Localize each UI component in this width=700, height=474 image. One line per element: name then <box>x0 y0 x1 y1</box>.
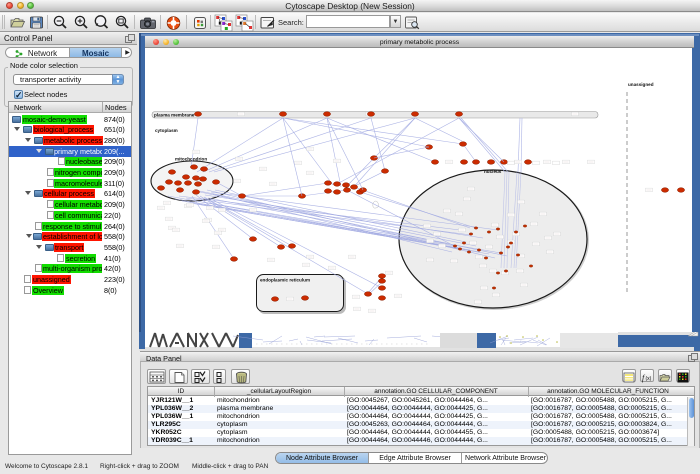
svg-text:mitochondrion: mitochondrion <box>175 157 207 162</box>
svg-text:cytoplasm: cytoplasm <box>155 128 178 133</box>
svg-text:nucleus: nucleus <box>484 169 502 174</box>
svg-text:(x): (x) <box>646 376 652 382</box>
svg-text:unassigned: unassigned <box>628 82 654 87</box>
svg-text:plasma membrane: plasma membrane <box>154 113 195 118</box>
svg-text:endoplasmic reticulum: endoplasmic reticulum <box>260 278 310 283</box>
